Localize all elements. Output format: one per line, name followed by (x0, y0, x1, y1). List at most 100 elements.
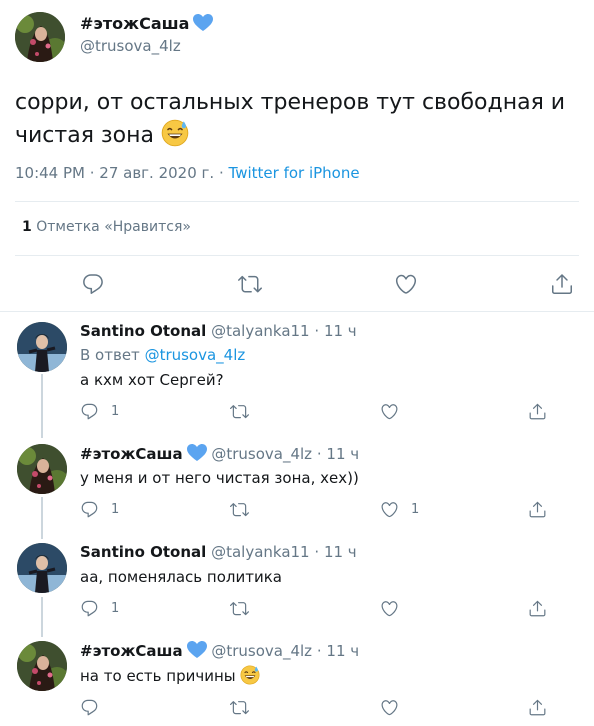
retweet-icon (230, 404, 249, 418)
reply-author-name[interactable]: #этожСаша (80, 445, 183, 463)
like-icon (395, 274, 417, 294)
reply-text: на то есть причины (80, 665, 261, 685)
reply-author-handle[interactable]: @trusova_4lz (211, 642, 312, 660)
retweet-button[interactable] (234, 268, 266, 300)
tweet-source-link[interactable]: Twitter for iPhone (229, 164, 360, 182)
reply-icon (83, 274, 103, 294)
reply-author-handle[interactable]: @trusova_4lz (211, 445, 312, 463)
reply-dot: · (316, 445, 322, 463)
share-icon (552, 274, 572, 294)
reply-actions: 1 1 (80, 498, 560, 520)
reply-text: а кхм хот Сергей? (80, 371, 224, 389)
reply-header: Santino Otonal @talyanka11 · 11 ч (80, 543, 357, 561)
retweet-icon (230, 601, 249, 615)
reply-author-name[interactable]: Santino Otonal (80, 543, 206, 561)
share-button[interactable] (528, 400, 547, 422)
reply-button[interactable] (80, 696, 99, 718)
retweet-button[interactable] (230, 400, 249, 422)
like-icon (381, 600, 398, 616)
reply-avatar[interactable] (17, 322, 67, 372)
share-button[interactable] (528, 498, 547, 520)
reply-author-name[interactable]: Santino Otonal (80, 322, 206, 340)
reply-author-handle[interactable]: @talyanka11 (211, 543, 310, 561)
in-reply-mention[interactable]: @trusova_4lz (145, 346, 246, 364)
reply-header: Santino Otonal @talyanka11 · 11 ч (80, 322, 357, 340)
meta-separator: · (218, 164, 224, 182)
reply-header: #этожСаша @trusova_4lz · 11 ч (80, 444, 359, 463)
like-button[interactable]: 1 (380, 498, 419, 520)
reply-icon (81, 699, 98, 715)
tweet-actions (0, 268, 594, 300)
tweet-meta: 10:44 PM · 27 авг. 2020 г. · Twitter for… (15, 164, 360, 182)
divider (15, 201, 579, 202)
author-handle[interactable]: @trusova_4lz (80, 37, 181, 55)
share-icon (529, 600, 546, 616)
thread-line (41, 497, 43, 539)
retweet-button[interactable] (230, 696, 249, 718)
reply-count: 1 (111, 600, 120, 616)
share-button[interactable] (528, 597, 547, 619)
thread-line (41, 597, 43, 637)
reply-avatar[interactable] (17, 641, 67, 691)
reply-icon (81, 501, 98, 517)
like-icon (381, 403, 398, 419)
likes-count: 1 (22, 219, 32, 235)
reply-button[interactable]: 1 (80, 498, 119, 520)
reply-time[interactable]: 11 ч (324, 543, 357, 561)
like-button[interactable] (380, 400, 411, 422)
share-icon (529, 403, 546, 419)
reply-avatar[interactable] (17, 543, 67, 593)
reply-button[interactable] (77, 268, 109, 300)
retweet-button[interactable] (230, 597, 249, 619)
grinning-sweat-emoji-icon (240, 665, 261, 685)
author-name[interactable]: #этожСаша (80, 14, 214, 33)
blue-heart-icon (186, 444, 207, 461)
tweet-text-content: сорри, от остальных тренеров тут свободн… (15, 90, 566, 148)
share-button[interactable] (546, 268, 578, 300)
in-reply-label: В ответ (80, 346, 140, 364)
reply-time[interactable]: 11 ч (326, 642, 359, 660)
reply-dot: · (316, 642, 322, 660)
reply-text: аа, поменялась политика (80, 568, 282, 586)
reply-text-content: на то есть причины (80, 667, 236, 685)
like-count: 1 (411, 501, 420, 517)
share-button[interactable] (528, 696, 547, 718)
reply-icon (81, 600, 98, 616)
like-button[interactable] (390, 268, 422, 300)
reply-actions: 1 (80, 400, 560, 422)
reply-time[interactable]: 11 ч (324, 322, 357, 340)
grinning-sweat-emoji-icon (161, 119, 189, 147)
reply-count: 1 (111, 403, 120, 419)
like-button[interactable] (380, 696, 399, 718)
divider (0, 311, 594, 312)
author-avatar[interactable] (15, 12, 65, 62)
tweet-text: сорри, от остальных тренеров тут свободн… (15, 86, 585, 152)
reply-author-name[interactable]: #этожСаша (80, 642, 183, 660)
retweet-icon (230, 502, 249, 516)
reply-avatar[interactable] (17, 444, 67, 494)
like-icon (381, 699, 398, 715)
retweet-button[interactable] (230, 498, 249, 520)
share-icon (529, 501, 546, 517)
reply-author-handle[interactable]: @talyanka11 (211, 322, 310, 340)
reply-time[interactable]: 11 ч (326, 445, 359, 463)
like-button[interactable] (380, 597, 411, 619)
divider (15, 255, 579, 256)
reply-button[interactable]: 1 (80, 597, 119, 619)
in-reply-to: В ответ @trusova_4lz (80, 346, 245, 364)
retweet-icon (230, 700, 249, 714)
likes-summary[interactable]: 1 Отметка «Нравится» (22, 219, 191, 235)
like-icon (381, 501, 398, 517)
reply-header: #этожСаша @trusova_4lz · 11 ч (80, 641, 359, 660)
reply-dot: · (314, 543, 320, 561)
reply-text: у меня и от него чистая зона, хех)) (80, 469, 359, 487)
reply-button[interactable]: 1 (80, 400, 119, 422)
reply-count: 1 (111, 501, 120, 517)
reply-dot: · (314, 322, 320, 340)
tweet-timestamp[interactable]: 10:44 PM · 27 авг. 2020 г. (15, 164, 214, 182)
thread-line (41, 374, 43, 438)
likes-label: Отметка «Нравится» (36, 219, 191, 235)
reply-actions (80, 696, 560, 718)
reply-icon (81, 403, 98, 419)
blue-heart-icon (186, 641, 207, 658)
